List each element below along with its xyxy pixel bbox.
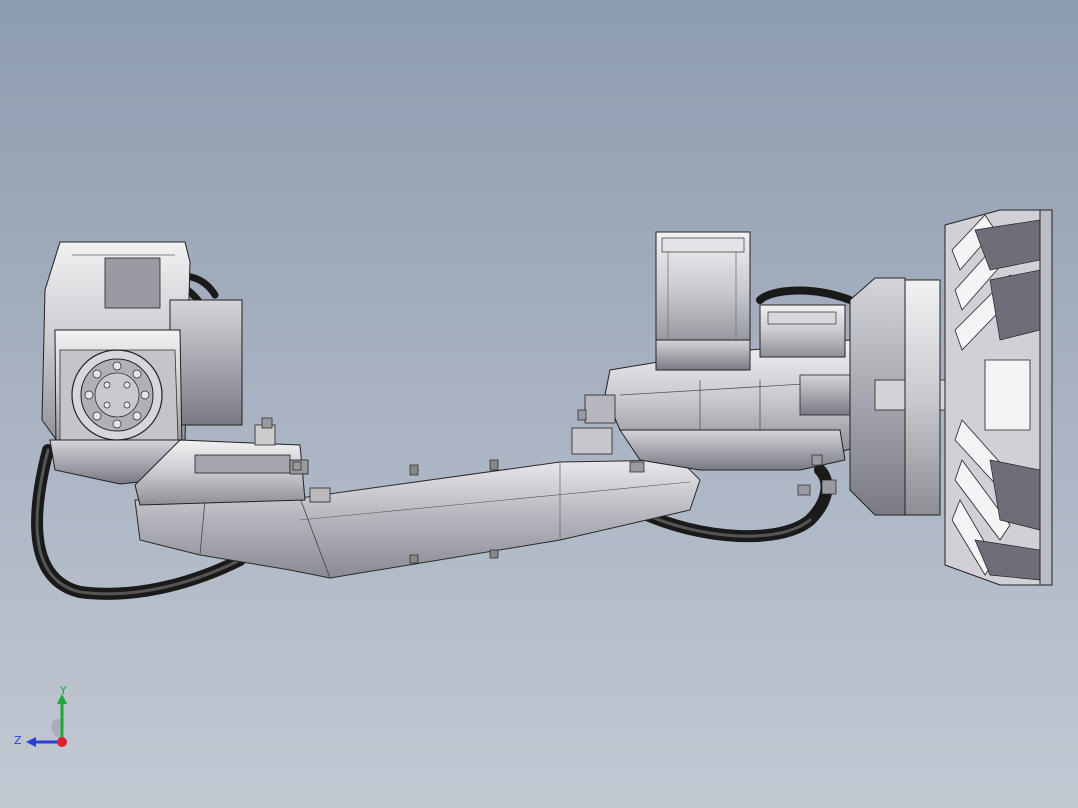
cad-viewport[interactable]: Y Z: [0, 0, 1078, 808]
triad-z-arrow: [26, 737, 36, 747]
axis-motor: [655, 231, 846, 371]
triad-x-axis-dot: [57, 737, 67, 747]
triad-y-label: Y: [59, 686, 67, 697]
robot-arm-model[interactable]: [0, 0, 1078, 808]
wrist-flange: [71, 349, 163, 441]
orientation-triad[interactable]: Y Z: [10, 686, 80, 752]
triad-z-label: Z: [14, 734, 22, 747]
base-ribbed-plate: [944, 209, 1053, 586]
